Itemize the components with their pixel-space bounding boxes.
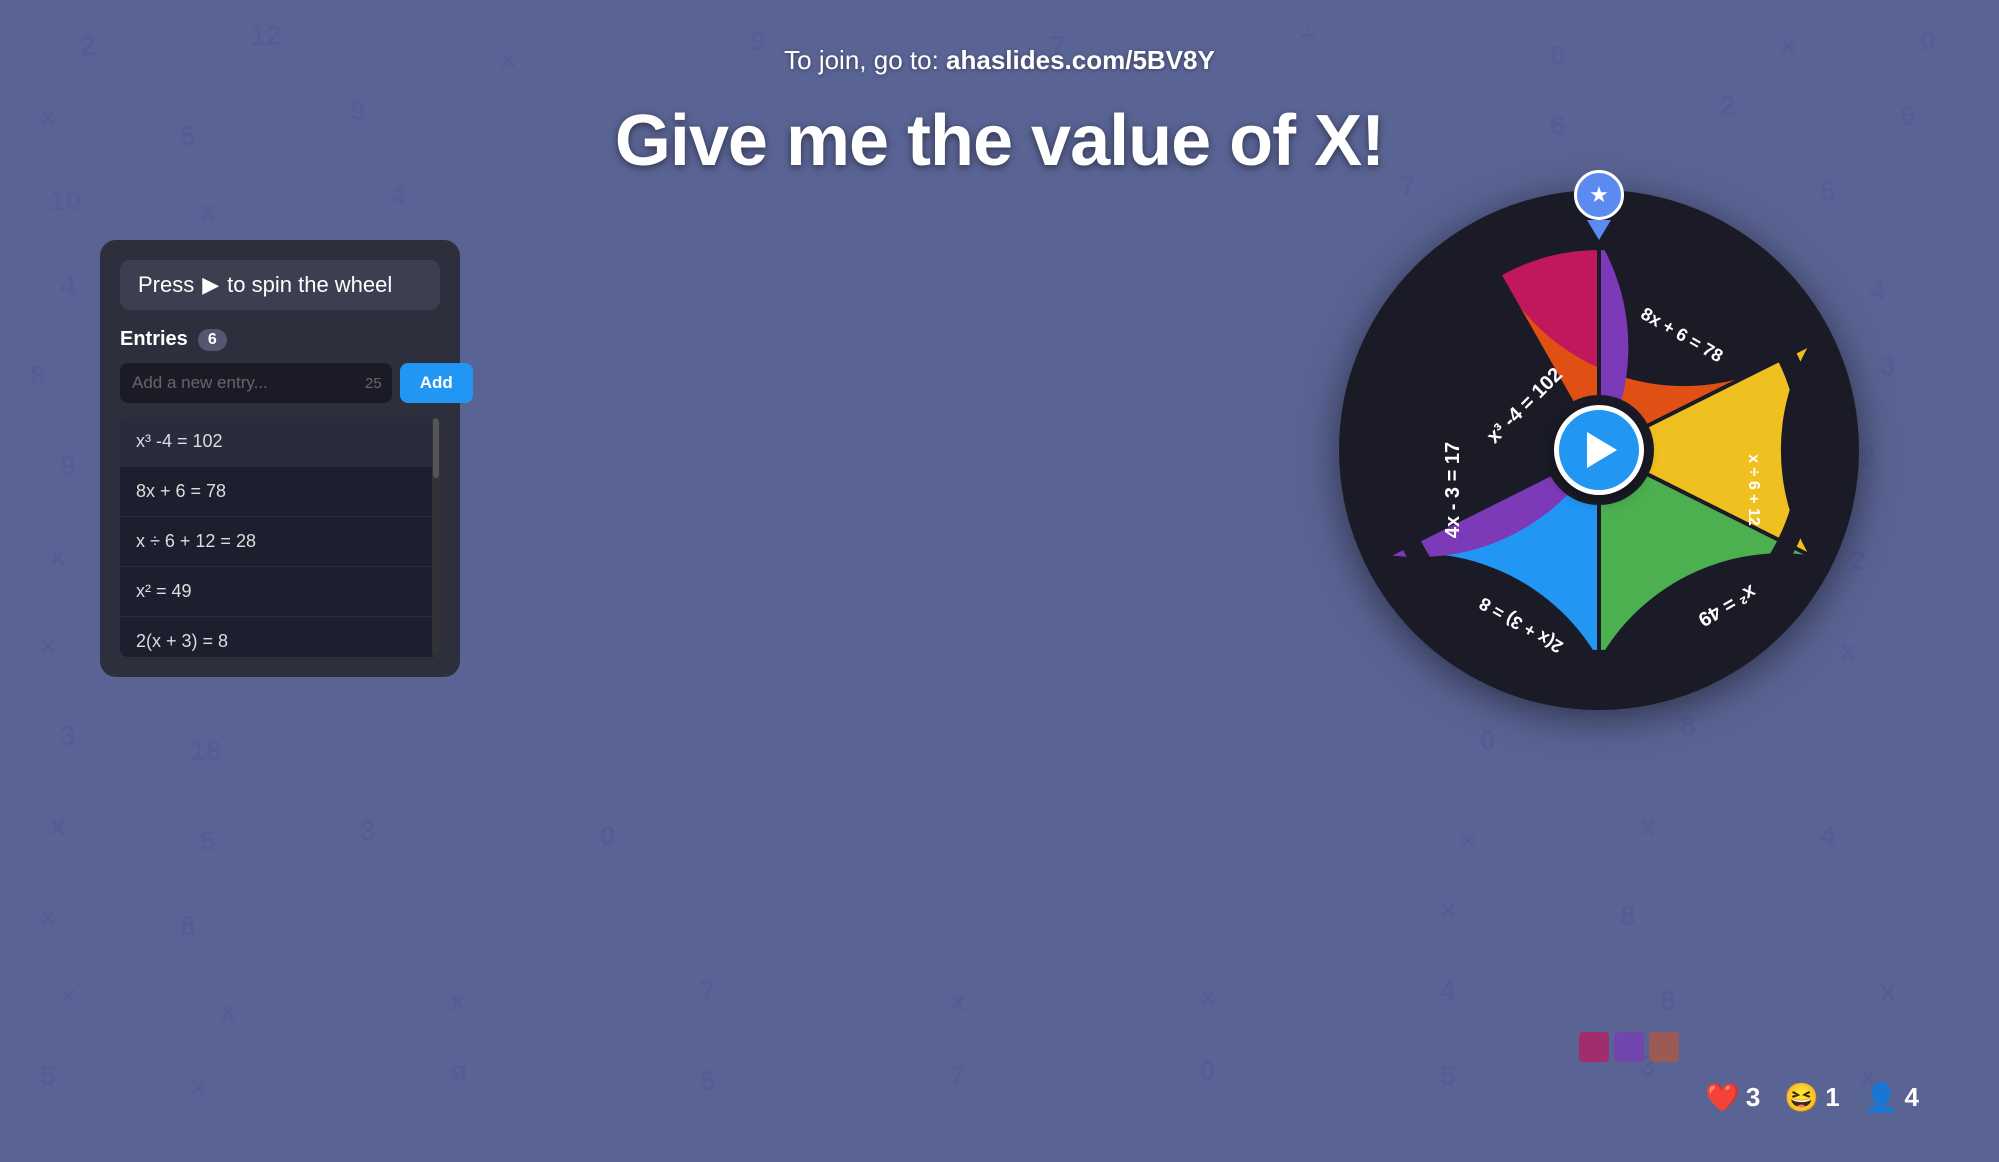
pointer-triangle bbox=[1587, 220, 1611, 240]
add-entry-row: 25 Add bbox=[120, 363, 440, 403]
header: To join, go to: ahaslides.com/5BV8Y bbox=[20, 20, 1979, 90]
play-arrow-icon: ▶ bbox=[202, 272, 219, 298]
press-text: Press bbox=[138, 272, 194, 298]
users-count: 4 bbox=[1905, 1082, 1919, 1113]
list-item[interactable]: x³ -4 = 102 bbox=[120, 417, 440, 467]
join-url: ahaslides.com/5BV8Y bbox=[946, 45, 1215, 75]
users-stat: 👤 4 bbox=[1864, 1081, 1919, 1114]
entries-header: Entries 6 bbox=[120, 328, 440, 351]
entries-count-badge: 6 bbox=[198, 329, 227, 351]
wheel-pointer: ★ bbox=[1574, 170, 1624, 240]
wheel-label-6: 4x - 3 = 17 bbox=[1442, 442, 1464, 538]
laugh-icon: 😆 bbox=[1784, 1081, 1819, 1114]
pointer-circle: ★ bbox=[1574, 170, 1624, 220]
wheel-label-3: x ÷ 6 + 12 bbox=[1745, 454, 1762, 526]
laughing-count: 1 bbox=[1825, 1082, 1839, 1113]
join-text-label: To join, go to: bbox=[784, 45, 946, 75]
play-icon bbox=[1587, 432, 1617, 468]
entry-input-wrapper: 25 bbox=[120, 363, 392, 403]
list-item[interactable]: 2(x + 3) = 8 bbox=[120, 617, 440, 657]
users-icon: 👤 bbox=[1864, 1081, 1899, 1114]
reactions-stat: 😆 1 bbox=[1784, 1081, 1839, 1114]
press-to-spin-label: Press ▶ to spin the wheel bbox=[120, 260, 440, 310]
spin-play-button[interactable] bbox=[1554, 405, 1644, 495]
spin-wheel-area: ★ bbox=[1339, 190, 1859, 710]
wheel-outer: x³ -4 = 102 8x + 6 = 78 x ÷ 6 + 12 x² = … bbox=[1339, 190, 1859, 710]
spin-text: to spin the wheel bbox=[227, 272, 392, 298]
entries-panel: Press ▶ to spin the wheel Entries 6 25 A… bbox=[100, 240, 460, 677]
hearts-stat: ❤️ 3 bbox=[1705, 1081, 1760, 1114]
char-count: 25 bbox=[365, 375, 392, 392]
footer-stats: ❤️ 3 😆 1 👤 4 bbox=[1705, 1081, 1919, 1114]
main-container: To join, go to: ahaslides.com/5BV8Y Give… bbox=[20, 20, 1979, 1142]
slide-title: Give me the value of X! bbox=[30, 100, 1969, 182]
rainbow-strip bbox=[1579, 1032, 1779, 1062]
entries-list: x³ -4 = 102 8x + 6 = 78 x ÷ 6 + 12 = 28 … bbox=[120, 417, 440, 657]
wheel-label-2: 8x + 6 = 78 bbox=[1638, 303, 1727, 366]
join-info: To join, go to: ahaslides.com/5BV8Y bbox=[784, 45, 1215, 76]
entries-label: Entries bbox=[120, 328, 188, 351]
list-item[interactable]: 8x + 6 = 78 bbox=[120, 467, 440, 517]
hearts-count: 3 bbox=[1746, 1082, 1760, 1113]
star-icon: ★ bbox=[1589, 182, 1609, 208]
heart-icon: ❤️ bbox=[1705, 1081, 1740, 1114]
list-item[interactable]: x² = 49 bbox=[120, 567, 440, 617]
scrollbar[interactable] bbox=[432, 417, 440, 657]
main-title-area: Give me the value of X! bbox=[20, 90, 1979, 192]
entry-input[interactable] bbox=[120, 363, 365, 403]
list-item[interactable]: x ÷ 6 + 12 = 28 bbox=[120, 517, 440, 567]
add-entry-button[interactable]: Add bbox=[400, 363, 473, 403]
scrollbar-thumb[interactable] bbox=[433, 418, 439, 478]
